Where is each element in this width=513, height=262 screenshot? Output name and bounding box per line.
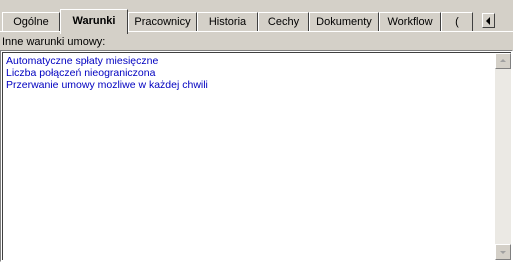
scroll-down-icon xyxy=(500,251,506,254)
memo-line: Automatyczne spłaty miesięczne xyxy=(6,55,159,67)
tab-pracownicy[interactable]: Pracownicy xyxy=(128,12,197,32)
scroll-up-button[interactable] xyxy=(495,53,511,69)
memo-text-area[interactable]: Automatyczne spłaty miesięczne Liczba po… xyxy=(2,52,495,260)
tab-workflow[interactable]: Workflow xyxy=(379,12,441,32)
tab-historia[interactable]: Historia xyxy=(197,12,258,32)
memo-line: Liczba połączeń nieograniczona xyxy=(6,67,156,79)
tab-scroll-left-button[interactable] xyxy=(482,13,495,28)
tab-dokumenty[interactable]: Dokumenty xyxy=(309,12,379,32)
conditions-memo[interactable]: Automatyczne spłaty miesięczne Liczba po… xyxy=(0,50,513,262)
tab-partial[interactable]: ( xyxy=(441,12,473,32)
scroll-up-icon xyxy=(500,59,506,62)
vertical-scrollbar[interactable] xyxy=(495,52,511,260)
conditions-label: Inne warunki umowy: xyxy=(2,36,106,48)
tab-cechy[interactable]: Cechy xyxy=(258,12,309,32)
chevron-left-icon xyxy=(486,17,490,25)
tab-ogolne[interactable]: Ogólne xyxy=(2,12,60,32)
scroll-down-button[interactable] xyxy=(495,244,511,260)
tab-warunki[interactable]: Warunki xyxy=(60,9,128,34)
tab-strip: Ogólne Pracownicy Historia Cechy Dokumen… xyxy=(0,0,513,36)
memo-line: Przerwanie umowy mozliwe w każdej chwili xyxy=(6,79,208,91)
